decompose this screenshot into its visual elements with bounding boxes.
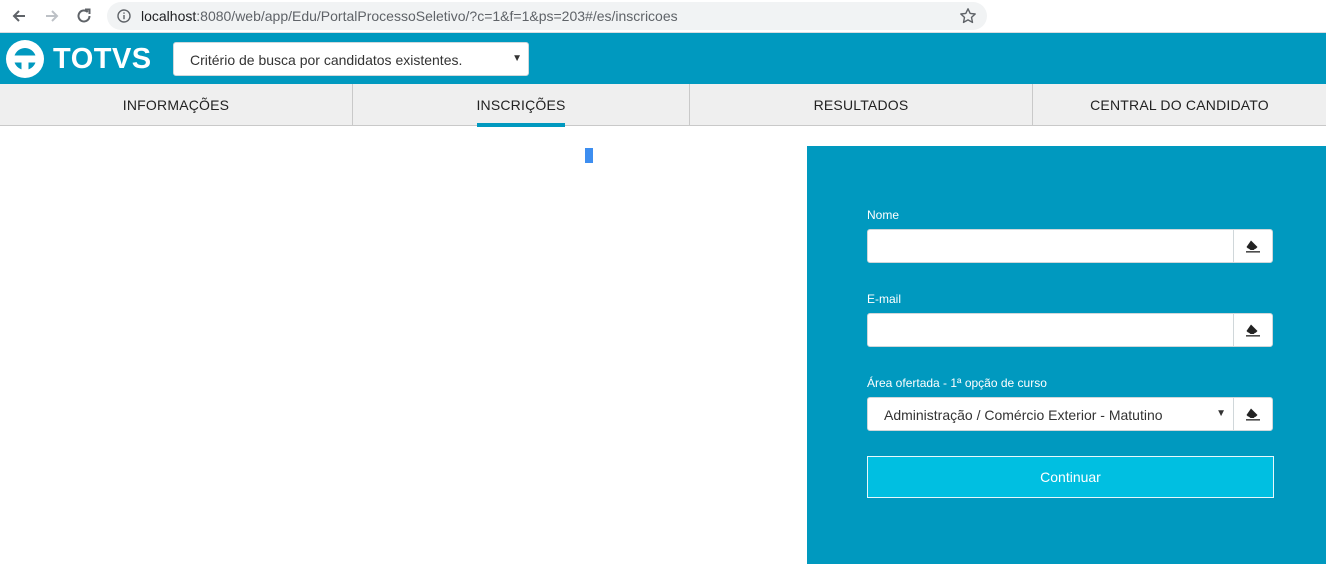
- totvs-logo-icon: [6, 40, 44, 78]
- reload-icon: [77, 8, 91, 23]
- url-path: :8080/web/app/Edu/PortalProcessoSeletivo…: [196, 8, 678, 24]
- registration-form: Nome E-mail Área ofertada - 1ª opção de …: [807, 146, 1326, 564]
- name-field: [867, 229, 1273, 263]
- forward-button[interactable]: [41, 6, 63, 26]
- active-tab-indicator: [477, 123, 565, 127]
- address-bar[interactable]: localhost:8080/web/app/Edu/PortalProcess…: [107, 2, 987, 30]
- url-text: localhost:8080/web/app/Edu/PortalProcess…: [141, 8, 678, 24]
- eraser-icon: [1246, 324, 1260, 337]
- eraser-icon: [1246, 240, 1260, 253]
- email-input[interactable]: [868, 314, 1234, 346]
- course-area-label: Área ofertada - 1ª opção de curso: [867, 376, 1047, 390]
- search-criteria-select[interactable]: Critério de busca por candidatos existen…: [173, 42, 529, 76]
- url-host: localhost: [141, 8, 197, 24]
- loading-indicator: [585, 148, 593, 163]
- main-tabs: INFORMAÇÕES INSCRIÇÕES RESULTADOS CENTRA…: [0, 84, 1326, 127]
- chevron-down-icon: ▼: [512, 53, 522, 64]
- continue-button[interactable]: Continuar: [867, 456, 1274, 498]
- name-label: Nome: [867, 208, 900, 222]
- clear-name-button[interactable]: [1233, 230, 1272, 262]
- tab-inscricoes[interactable]: INSCRIÇÕES: [353, 84, 689, 125]
- name-input[interactable]: [868, 230, 1234, 262]
- clear-email-button[interactable]: [1233, 314, 1272, 346]
- browser-toolbar: localhost:8080/web/app/Edu/PortalProcess…: [0, 0, 1326, 33]
- reload-button[interactable]: [73, 6, 95, 26]
- tab-resultados[interactable]: RESULTADOS: [690, 84, 1032, 125]
- search-criteria-value: Critério de busca por candidatos existen…: [190, 52, 463, 68]
- back-button[interactable]: [8, 6, 30, 26]
- email-label: E-mail: [867, 292, 902, 306]
- chevron-down-icon: ▼: [1216, 408, 1226, 419]
- logo-text: TOTVS: [53, 42, 152, 75]
- arrow-left-icon: [12, 10, 25, 22]
- tab-informacoes[interactable]: INFORMAÇÕES: [0, 84, 352, 125]
- course-area-select[interactable]: Administração / Comércio Exterior - Matu…: [867, 397, 1273, 431]
- app-header: TOTVS Critério de busca por candidatos e…: [0, 33, 1326, 84]
- email-field: [867, 313, 1273, 347]
- eraser-icon: [1246, 408, 1260, 421]
- totvs-logo[interactable]: TOTVS: [6, 40, 152, 78]
- star-icon[interactable]: [959, 7, 977, 25]
- info-icon[interactable]: [117, 9, 131, 23]
- arrow-right-icon: [46, 10, 59, 22]
- clear-course-area-button[interactable]: [1233, 398, 1272, 430]
- tab-central-do-candidato[interactable]: CENTRAL DO CANDIDATO: [1033, 84, 1326, 125]
- course-area-value: Administração / Comércio Exterior - Matu…: [884, 407, 1163, 423]
